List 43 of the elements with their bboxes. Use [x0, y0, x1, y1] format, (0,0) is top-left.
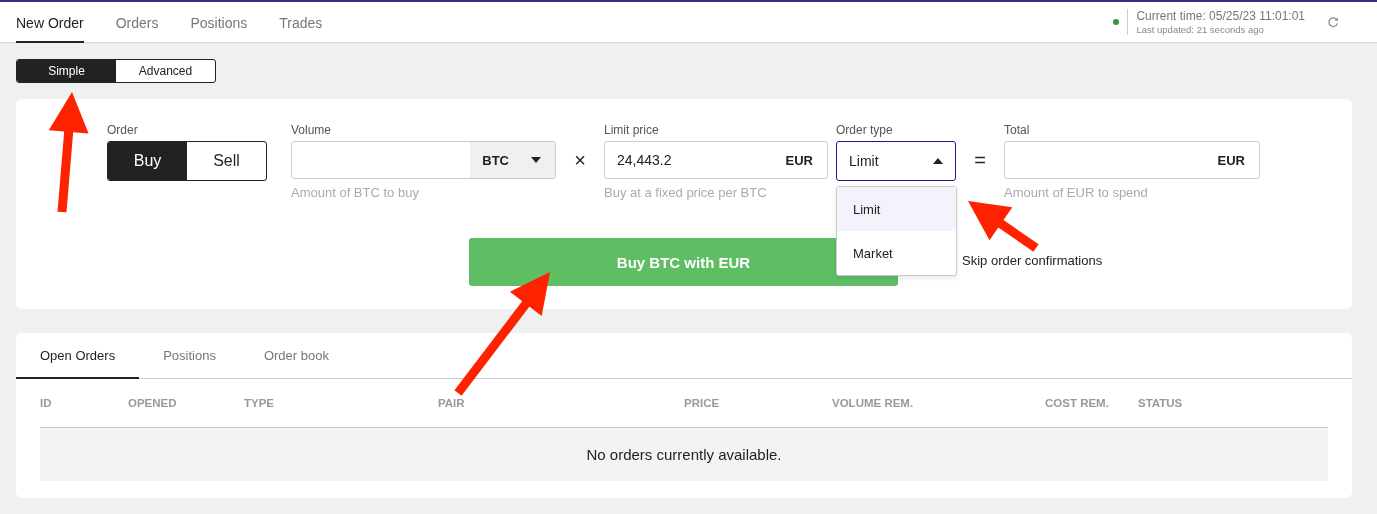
mode-tab[interactable]: Simple	[17, 60, 116, 82]
column-header: PAIR	[438, 397, 466, 409]
column-header: OPENED	[128, 397, 178, 409]
panel-tab[interactable]: Order book	[239, 333, 353, 379]
nav-tab[interactable]: New Order	[16, 2, 84, 43]
column-header: PRICE	[684, 397, 721, 409]
limit-price-field[interactable]: 24,443.2 EUR	[604, 141, 828, 179]
mode-tab[interactable]: Advanced	[116, 60, 215, 82]
field-label: Volume	[291, 123, 333, 139]
annotation-arrow	[968, 201, 1039, 252]
field-label: Order type	[836, 123, 894, 139]
total-field[interactable]: EUR	[1004, 141, 1260, 179]
nav-tab[interactable]: Trades	[279, 2, 323, 43]
skip-confirmations-label: Skip order confirmations	[962, 253, 1103, 268]
side-option[interactable]: Sell	[187, 142, 266, 180]
column-header: ID	[40, 397, 53, 409]
multiply-sign: ×	[573, 149, 587, 172]
order-type-dropdown[interactable]: Limit	[836, 141, 956, 181]
field-hint: Amount of EUR to spend	[1004, 185, 1149, 200]
nav-tab[interactable]: Orders	[115, 2, 159, 43]
nav-tab[interactable]: Positions	[190, 2, 248, 43]
refresh-icon[interactable]	[1327, 16, 1339, 28]
currency-dropdown[interactable]: BTC	[470, 142, 555, 178]
panel-tab[interactable]: Open Orders	[16, 333, 140, 379]
field-hint: Buy at a fixed price per BTC	[604, 185, 768, 200]
field-label: Order	[107, 123, 139, 139]
field-hint: Amount of BTC to buy	[291, 185, 420, 200]
caret-icon	[531, 157, 541, 163]
field-label: Limit price	[604, 123, 660, 139]
empty-message: No orders currently available.	[586, 446, 782, 463]
menu-option[interactable]: Limit	[837, 187, 956, 231]
side-option[interactable]: Buy	[108, 142, 187, 180]
column-header: STATUS	[1138, 397, 1184, 409]
column-header: TYPE	[244, 397, 276, 409]
current-time: Current time: 05/25/23 11:01:01	[1136, 9, 1305, 23]
last-updated: Last updated: 21 seconds ago	[1136, 24, 1265, 35]
column-header: VOLUME REM.	[832, 397, 915, 409]
caret-icon	[933, 158, 943, 164]
field-label: Total	[1004, 123, 1031, 139]
equals-sign: =	[973, 149, 987, 172]
column-header: COST REM.	[1045, 397, 1110, 409]
volume-field[interactable]: BTC	[291, 141, 556, 179]
panel-tab[interactable]: Positions	[139, 333, 240, 379]
